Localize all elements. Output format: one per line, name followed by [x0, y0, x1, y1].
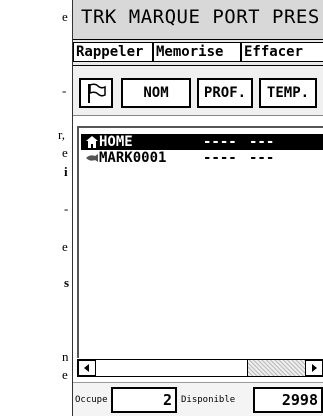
mark-temp: ---	[249, 150, 275, 166]
mark-name: HOME	[99, 134, 133, 150]
arrow-left-icon	[84, 364, 89, 372]
column-nom-button[interactable]: NOM	[121, 78, 191, 108]
column-prof-button[interactable]: PROF.	[197, 78, 253, 108]
menu-bar: Rappeler Memorise Effacer	[73, 40, 323, 66]
list-item[interactable]: HOME ---- ---	[81, 134, 323, 150]
title-bar: TRK MARQUE PORT PRES	[73, 0, 323, 40]
toolbar: NOM PROF. TEMP.	[73, 66, 323, 116]
used-label: Occupe	[75, 395, 108, 405]
status-bar: Occupe 2 Disponible 2998	[73, 382, 323, 416]
column-temp-button[interactable]: TEMP.	[259, 78, 317, 108]
menu-memorise[interactable]: Memorise	[153, 42, 241, 62]
background-document: e - r, e i - e s n e	[0, 0, 72, 416]
scroll-right-button[interactable]	[305, 360, 323, 376]
scroll-left-button[interactable]	[78, 360, 96, 376]
scroll-thumb[interactable]	[96, 360, 248, 376]
available-label: Disponible	[181, 395, 236, 405]
marks-list: HOME ---- --- MARK0001 ---- ---	[77, 126, 323, 358]
doc-fragment: i	[64, 164, 68, 179]
doc-fragment: e	[62, 239, 68, 254]
flag-icon	[88, 83, 106, 103]
doc-fragment: e	[62, 367, 68, 382]
doc-fragment: e	[62, 145, 68, 160]
menu-rappeler[interactable]: Rappeler	[73, 42, 153, 62]
doc-fragment: s	[64, 275, 70, 290]
mark-name: MARK0001	[99, 150, 167, 166]
flag-button[interactable]	[79, 78, 113, 108]
menu-effacer[interactable]: Effacer	[241, 42, 323, 62]
horizontal-scrollbar[interactable]	[77, 359, 323, 377]
doc-fragment: -	[62, 83, 67, 98]
arrow-right-icon	[312, 364, 317, 372]
mark-depth: ----	[203, 150, 237, 166]
mark-depth: ----	[203, 134, 237, 150]
mark-temp: ---	[249, 134, 275, 150]
available-value: 2998	[253, 387, 323, 413]
used-value: 2	[111, 387, 177, 413]
marks-window: TRK MARQUE PORT PRES Rappeler Memorise E…	[72, 0, 323, 416]
doc-fragment: n	[62, 349, 69, 364]
list-item[interactable]: MARK0001 ---- ---	[81, 150, 323, 166]
doc-fragment: r,	[58, 127, 66, 142]
doc-fragment: -	[64, 201, 69, 216]
window-title: TRK MARQUE PORT PRES	[81, 6, 320, 28]
doc-fragment: e	[62, 9, 68, 24]
